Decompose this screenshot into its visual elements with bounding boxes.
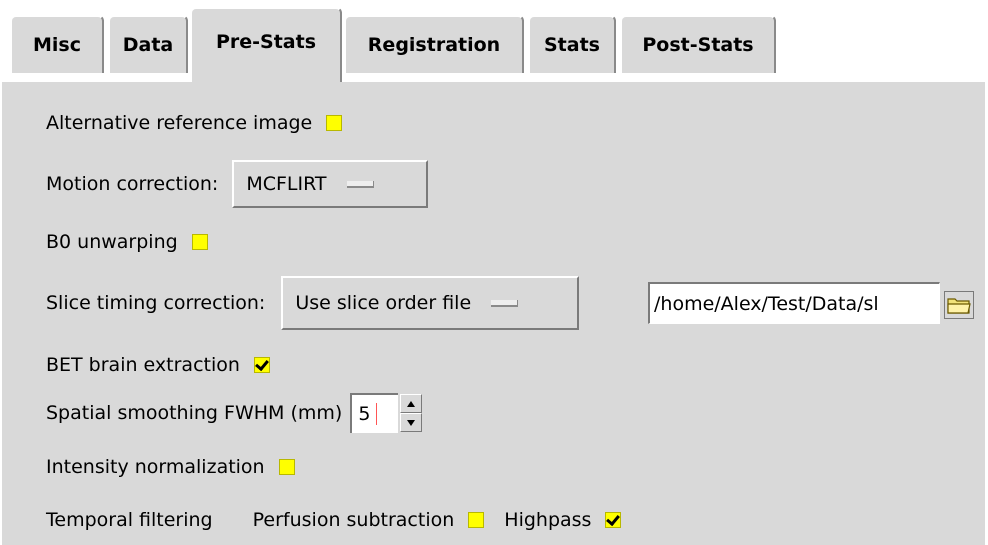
tab-pre-stats[interactable]: Pre-Stats [190,7,342,82]
tab-stats-label: Stats [544,34,600,56]
highpass-checkbox[interactable] [605,512,622,528]
temporal-label: Temporal filtering [46,509,213,531]
slice-timing-label: Slice timing correction: [46,292,266,314]
smoothing-input[interactable]: 5 [350,393,399,433]
motion-label: Motion correction: [46,173,219,195]
tab-registration[interactable]: Registration [344,15,524,73]
perfusion-label: Perfusion subtraction [252,509,455,531]
slice-order-file-input[interactable]: /home/Alex/Test/Data/sl [648,282,940,324]
tab-registration-label: Registration [367,34,501,56]
text-caret [376,403,378,425]
bet-checkbox[interactable] [253,357,270,373]
tab-post-stats-label: Post-Stats [642,34,754,56]
intensity-checkbox[interactable] [278,459,295,475]
slice-timing-dropdown[interactable]: Use slice order file [281,276,580,330]
tab-misc-label: Misc [33,34,81,56]
tab-pre-stats-label: Pre-Stats [215,31,317,53]
dropdown-indicator-icon [346,180,374,188]
intensity-row: Intensity normalization [46,456,295,478]
smoothing-value: 5 [358,403,371,425]
tab-data[interactable]: Data [108,15,188,73]
top-border [0,0,988,2]
dropdown-indicator-icon [491,299,519,307]
bet-row: BET brain extraction [46,354,270,376]
b0-row: B0 unwarping [46,231,208,253]
motion-row: Motion correction: MCFLIRT [46,160,429,208]
temporal-row: Temporal filtering Perfusion subtraction… [46,509,622,531]
tab-stats[interactable]: Stats [528,15,616,73]
smoothing-spinner [400,394,423,432]
alt-ref-row: Alternative reference image [46,112,343,134]
spin-down-button[interactable] [400,413,423,432]
smoothing-row: Spatial smoothing FWHM (mm) 5 [46,393,423,433]
perfusion-checkbox[interactable] [468,512,485,528]
alt-ref-label: Alternative reference image [46,112,313,134]
alt-ref-checkbox[interactable] [326,115,343,131]
highpass-label: Highpass [504,509,592,531]
tab-data-label: Data [122,34,174,56]
arrow-up-icon [407,400,416,407]
arrow-down-icon [407,419,416,426]
intensity-label: Intensity normalization [46,456,265,478]
spin-up-button[interactable] [400,394,423,413]
folder-icon[interactable] [944,291,974,319]
slice-timing-value: Use slice order file [295,292,472,314]
b0-label: B0 unwarping [46,231,178,253]
motion-correction-dropdown[interactable]: MCFLIRT [232,160,429,208]
bet-label: BET brain extraction [46,354,240,376]
tab-misc[interactable]: Misc [10,15,104,73]
slice-timing-row: Slice timing correction: Use slice order… [46,276,580,330]
slice-order-file-path: /home/Alex/Test/Data/sl [654,292,879,315]
motion-value: MCFLIRT [246,173,327,195]
tab-post-stats[interactable]: Post-Stats [620,15,776,73]
b0-checkbox[interactable] [191,234,208,250]
smoothing-label: Spatial smoothing FWHM (mm) [46,402,343,424]
